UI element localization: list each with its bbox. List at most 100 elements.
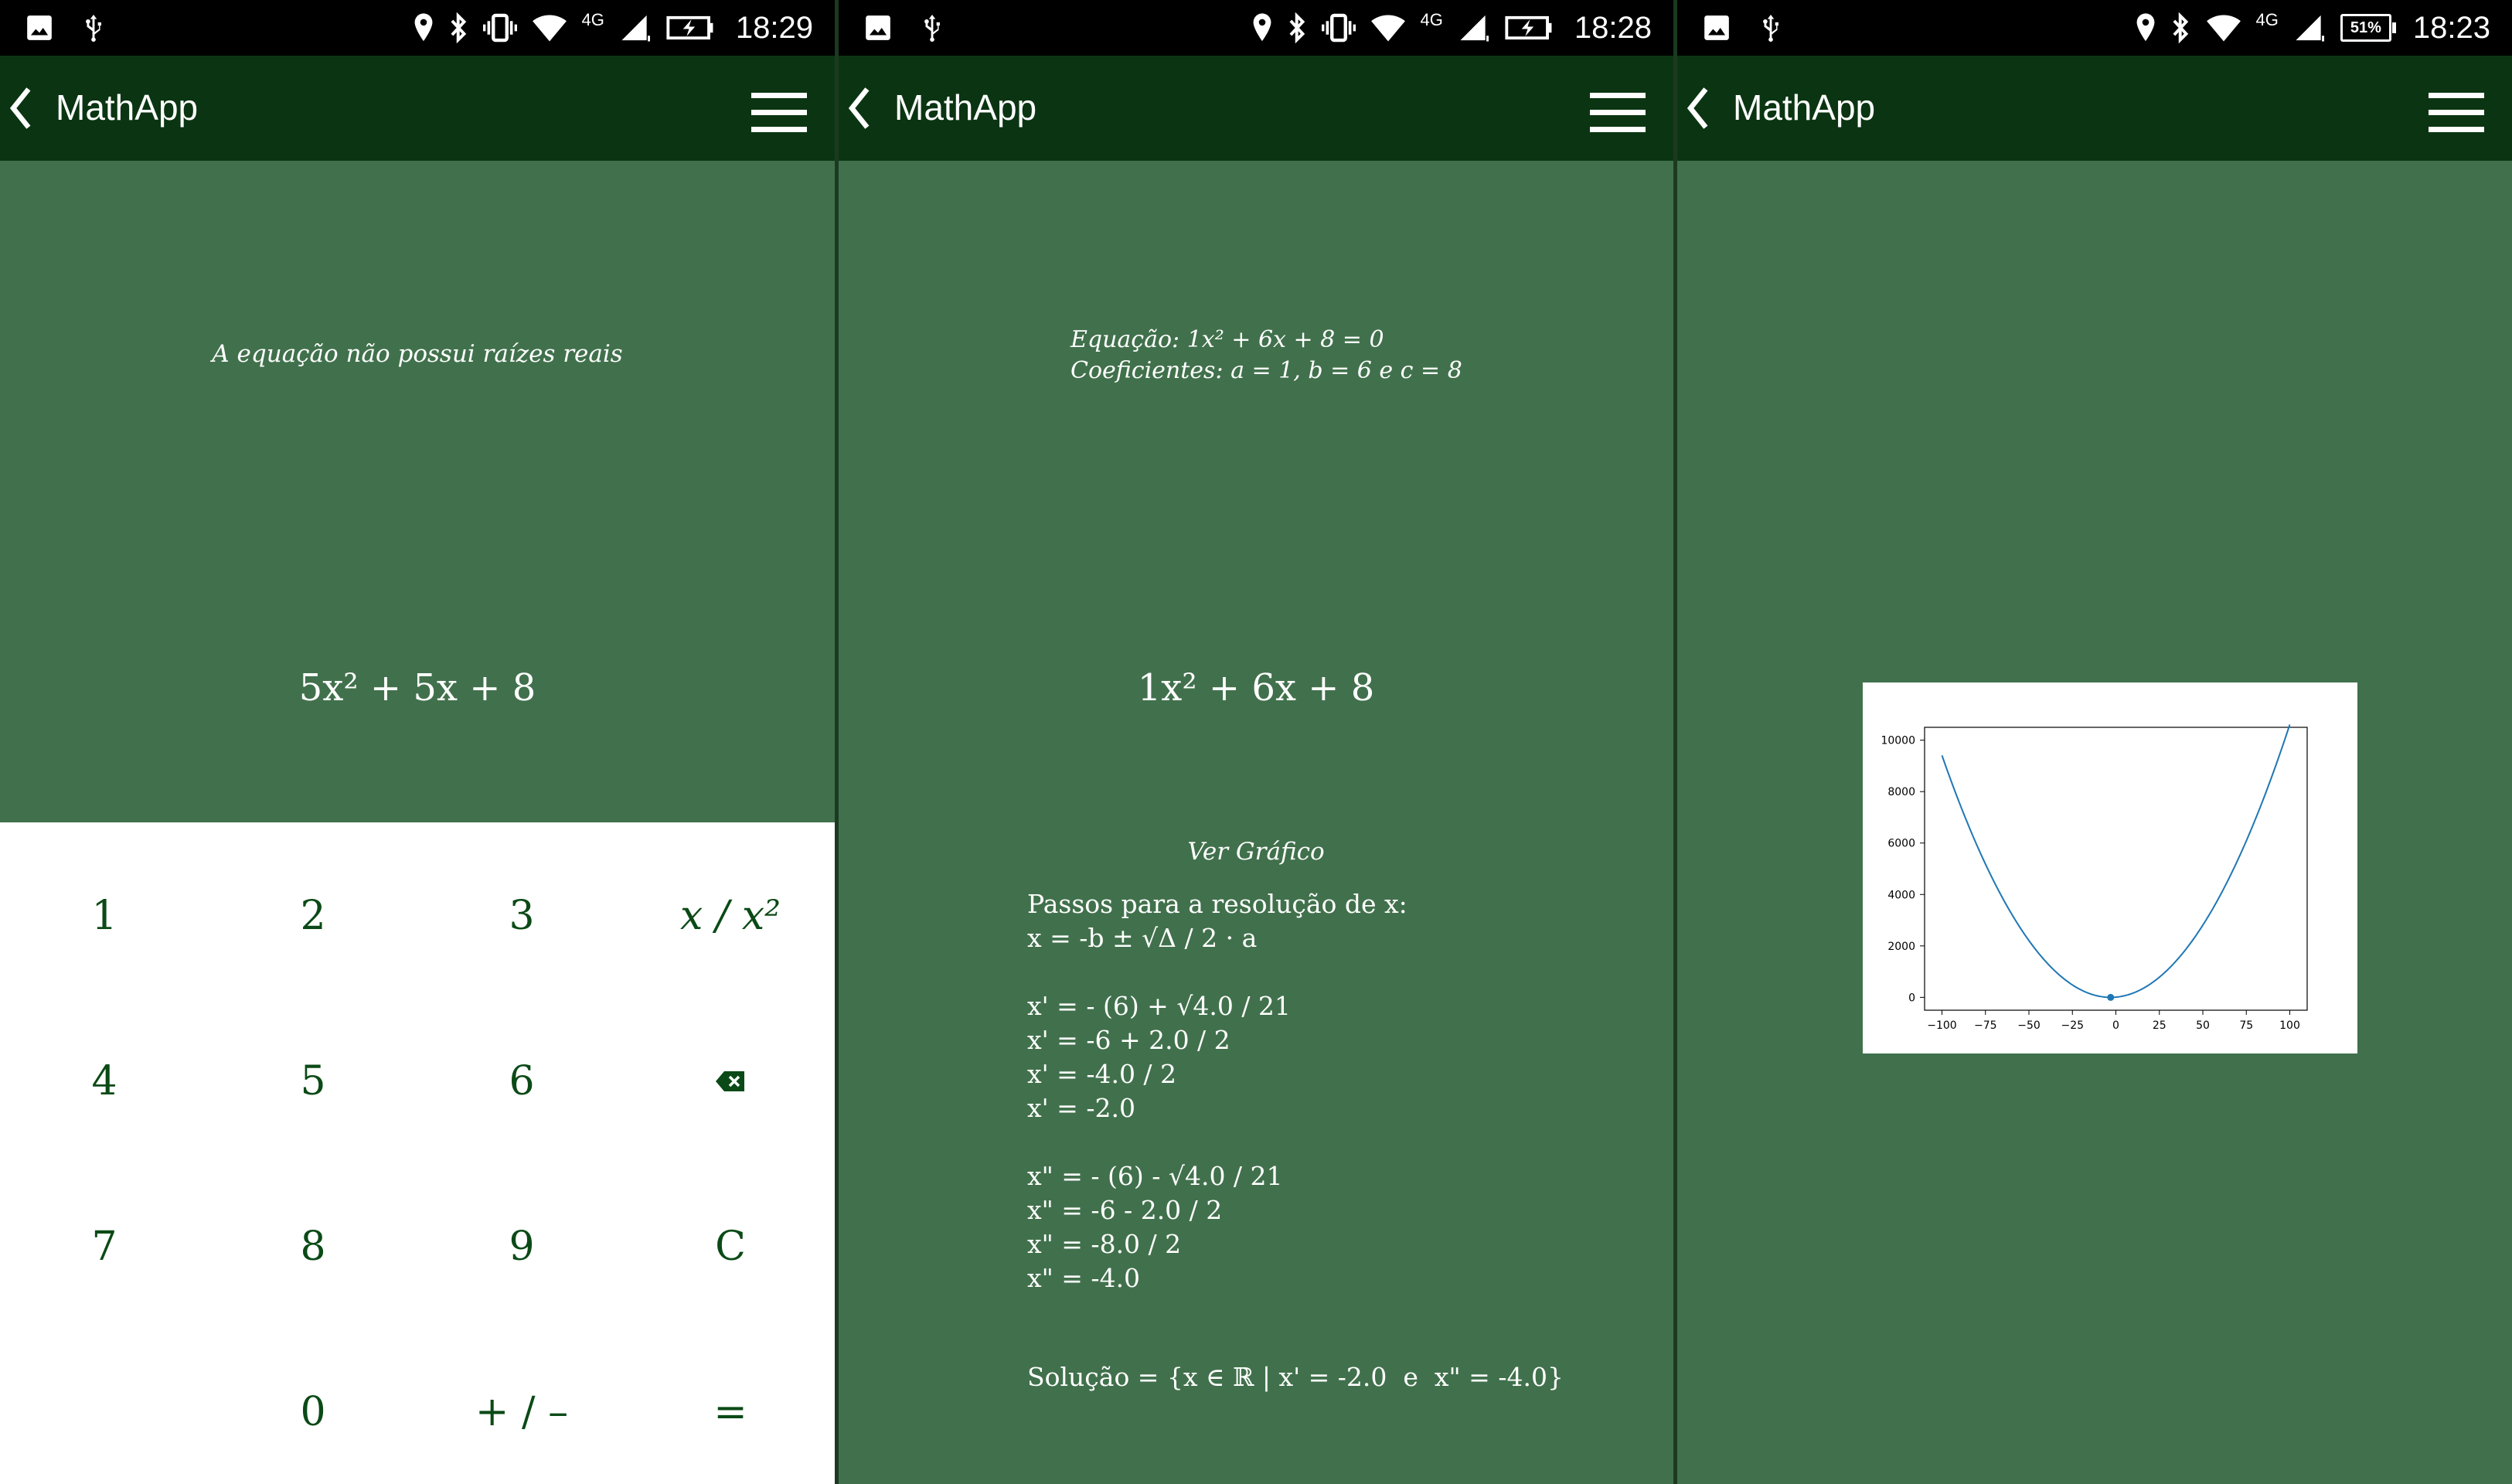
coefficients-label: Coeficientes: a = 1, b = 6 e c = 8	[1070, 357, 1462, 384]
key-5[interactable]: 5	[209, 999, 417, 1164]
x-tick-label: 0	[2112, 1019, 2119, 1032]
clock: 18:28	[1574, 10, 1652, 45]
usb-icon	[924, 15, 940, 43]
image-icon	[866, 15, 890, 40]
step-line: x = -b ± √Δ / 2 · a	[1027, 923, 1258, 953]
status-bar: 4G 51% 18:23	[1677, 0, 2512, 56]
back-icon[interactable]	[846, 87, 873, 130]
x-tick-label: 50	[2196, 1019, 2210, 1032]
app-bar: MathApp	[0, 56, 835, 161]
key-equals[interactable]: =	[626, 1329, 835, 1484]
network-type-label: 4G	[581, 10, 604, 29]
parabola-plot: −100 −75 −50 −25 0 25 50 75 100 0 2000 4000 6000 8000…	[1881, 724, 2308, 1032]
wifi-icon	[2206, 15, 2241, 42]
parabola-line	[1941, 724, 2291, 999]
signal-icon	[621, 15, 650, 42]
signal-icon	[2296, 15, 2324, 42]
key-sign[interactable]: + / –	[417, 1329, 626, 1484]
back-icon[interactable]	[8, 87, 34, 130]
step-line: x' = - (6) + √4.0 / 21	[1027, 991, 1291, 1021]
battery-charging-icon	[1505, 15, 1552, 40]
network-type-label: 4G	[1420, 10, 1443, 29]
app-title: MathApp	[56, 87, 199, 128]
key-8[interactable]: 8	[209, 1164, 417, 1329]
step-line: x" = -8.0 / 2	[1027, 1229, 1182, 1259]
equation-display: 5x² + 5x + 8	[298, 666, 536, 710]
key-0[interactable]: 0	[209, 1329, 417, 1484]
key-power[interactable]: x / x²	[626, 833, 835, 999]
step-line: x" = -6 - 2.0 / 2	[1027, 1195, 1223, 1225]
bluetooth-icon	[1288, 12, 1305, 43]
key-9[interactable]: 9	[417, 1164, 626, 1329]
view-graph-link[interactable]: Ver Gráfico	[839, 838, 1673, 866]
x-tick-label: −75	[1974, 1019, 1997, 1032]
y-tick-label: 10000	[1881, 735, 1915, 747]
solution-set: Solução = {x ∈ ℝ | x' = -2.0 e x" = -4.0…	[1027, 1362, 1564, 1392]
location-icon	[1253, 13, 1271, 42]
battery-percent: 51%	[2350, 19, 2381, 36]
image-icon	[1704, 15, 1729, 40]
clock: 18:29	[735, 10, 813, 45]
plot-frame	[1924, 727, 2308, 1011]
x-tick-label: 75	[2239, 1019, 2253, 1032]
equation-info: Equação: 1x² + 6x + 8 = 0 Coeficientes: …	[1070, 325, 1462, 386]
key-clear[interactable]: C	[626, 1164, 835, 1329]
key-backspace[interactable]	[626, 999, 835, 1164]
network-type-label: 4G	[2255, 10, 2279, 29]
key-7[interactable]: 7	[0, 1164, 209, 1329]
graph-image: −100 −75 −50 −25 0 25 50 75 100 0 2000 4000 6000 8000…	[1863, 682, 2357, 1053]
back-icon[interactable]	[1685, 87, 1711, 130]
menu-icon[interactable]	[751, 93, 807, 133]
image-icon	[27, 15, 52, 40]
wifi-icon	[532, 15, 567, 42]
usb-icon	[1763, 15, 1778, 43]
location-icon	[2136, 13, 2154, 42]
bluetooth-icon	[450, 12, 466, 43]
step-line: x" = - (6) - √4.0 / 21	[1027, 1161, 1283, 1191]
solution-steps: Passos para a resolução de x: x = -b ± √…	[1027, 887, 1407, 1295]
y-tick-label: 4000	[1887, 889, 1915, 901]
key-4[interactable]: 4	[0, 999, 209, 1164]
y-tick-label: 2000	[1887, 941, 1915, 953]
screen-graph: 4G 51% 18:23 MathApp −100 −75 −50 −25 0 25 50 7…	[1677, 0, 2512, 1484]
menu-icon[interactable]	[2429, 93, 2484, 133]
wifi-icon	[1370, 15, 1405, 42]
key-3[interactable]: 3	[417, 833, 626, 999]
result-message: A equação não possui raízes reais	[212, 340, 623, 368]
app-bar: MathApp	[839, 56, 1673, 161]
key-2[interactable]: 2	[209, 833, 417, 999]
x-tick-label: 25	[2153, 1019, 2167, 1032]
x-tick-label: −50	[2017, 1019, 2041, 1032]
vibrate-icon	[482, 13, 517, 43]
usb-icon	[86, 15, 101, 43]
app-title: MathApp	[894, 87, 1037, 128]
screen-solution: 4G 18:28 MathApp Equação: 1x² + 6x + 8 =…	[839, 0, 1673, 1484]
keypad: 1 2 3 x / x² 4 5 6 7 8 9 C 0 + / – =	[0, 822, 835, 1484]
step-line	[1027, 955, 1407, 989]
vertex-point	[2107, 993, 2115, 1001]
status-bar: 4G 18:28	[839, 0, 1673, 56]
app-bar: MathApp	[1677, 56, 2512, 161]
y-tick-label: 6000	[1887, 838, 1915, 850]
y-tick-label: 8000	[1887, 786, 1915, 798]
equation-display: 1x² + 6x + 8	[1137, 666, 1375, 710]
x-tick-label: −100	[1927, 1019, 1956, 1032]
key-6[interactable]: 6	[417, 999, 626, 1164]
key-1[interactable]: 1	[0, 833, 209, 999]
battery-icon: 51%	[2340, 14, 2396, 42]
screen-calculator: 4G 18:29 MathApp A equação não possui ra…	[0, 0, 835, 1484]
signal-icon	[1460, 15, 1489, 42]
battery-charging-icon	[666, 15, 713, 40]
step-line: Passos para a resolução de x:	[1027, 889, 1407, 919]
menu-icon[interactable]	[1590, 93, 1646, 133]
equation-label: Equação: 1x² + 6x + 8 = 0	[1070, 326, 1384, 353]
step-line: x" = -4.0	[1027, 1263, 1141, 1293]
bluetooth-icon	[2172, 12, 2188, 43]
backspace-icon	[716, 1071, 744, 1091]
status-bar: 4G 18:29	[0, 0, 835, 56]
vibrate-icon	[1321, 13, 1356, 43]
app-title: MathApp	[1733, 87, 1876, 128]
x-tick-label: −25	[2061, 1019, 2084, 1032]
step-line: x' = -2.0	[1027, 1093, 1135, 1123]
y-tick-label: 0	[1908, 992, 1915, 1004]
